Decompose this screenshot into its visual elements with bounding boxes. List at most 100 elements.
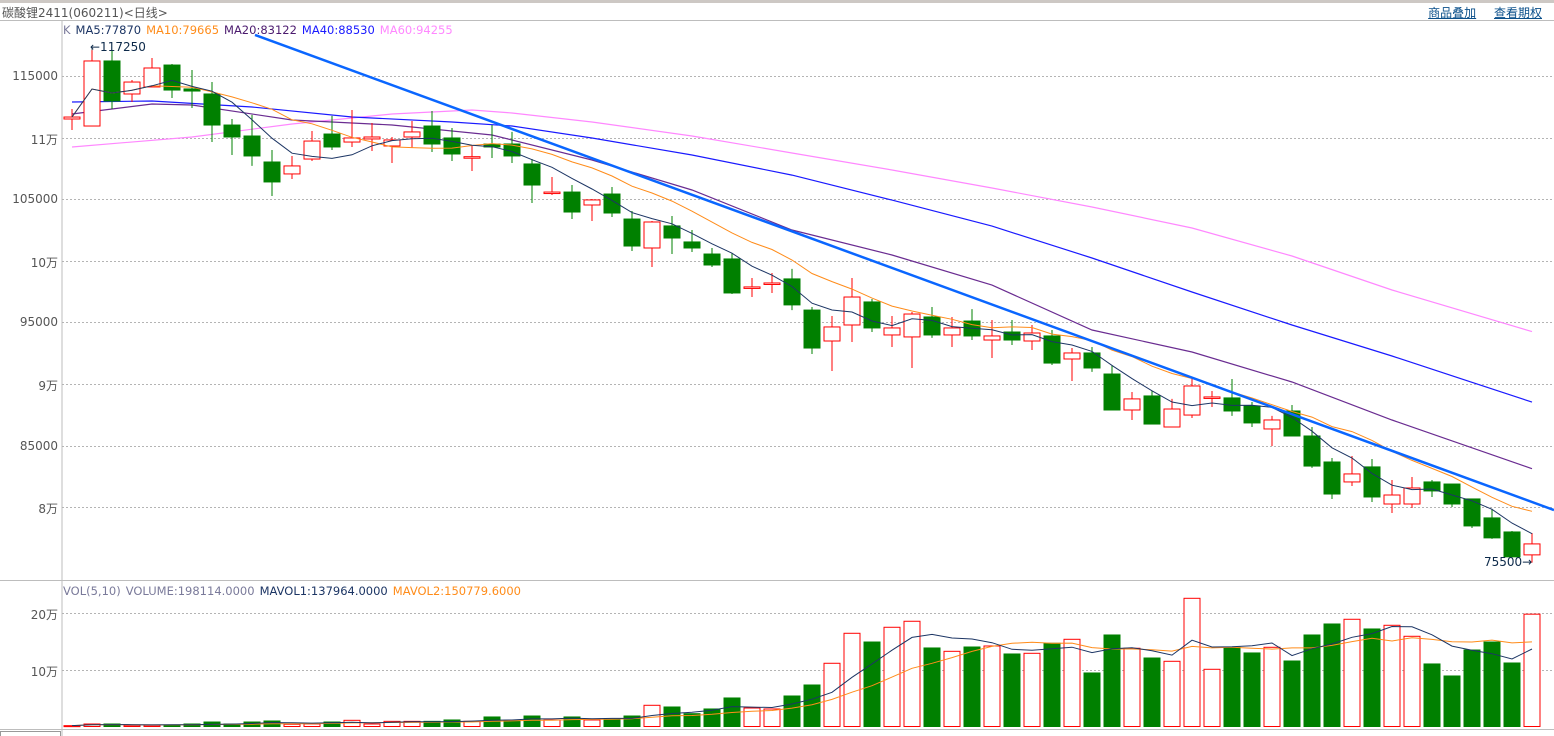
candle-down	[243, 135, 261, 157]
price-tick-label: 8万	[38, 501, 58, 516]
volume-bar-up	[1523, 613, 1541, 728]
volume-bar-down	[783, 695, 801, 728]
candle-up	[363, 136, 381, 140]
candle-up	[123, 81, 141, 95]
candle-down	[263, 161, 281, 183]
volume-bar-down	[443, 719, 461, 727]
volume-bar-up	[1023, 652, 1041, 727]
volume-bar-up	[843, 632, 861, 728]
volume-bar-down	[1003, 653, 1021, 728]
volume-bar-up	[303, 723, 321, 727]
volume-bar-up	[1063, 638, 1081, 728]
price-tick-label: 105000	[12, 191, 58, 206]
ma40-line	[71, 100, 1533, 403]
candle-up	[643, 221, 661, 249]
price-tick-label: 10万	[30, 255, 58, 270]
candle-down	[1243, 405, 1261, 424]
volume-tick-label: 10万	[30, 664, 58, 679]
candle-up	[943, 327, 961, 336]
candle-up	[1183, 385, 1201, 416]
candle-down	[423, 125, 441, 145]
candle-up	[1343, 473, 1361, 483]
candle-up	[743, 286, 761, 289]
volume-bar-down	[1083, 672, 1101, 728]
legend-ma20: MA20:83122	[224, 23, 297, 37]
volume-bar-down	[1463, 649, 1481, 728]
volume-bar-down	[163, 724, 181, 728]
candle-up	[403, 131, 421, 138]
candle-down	[203, 93, 221, 126]
volume-bar-up	[1203, 668, 1221, 727]
volume-bar-up	[583, 719, 601, 727]
volume-bar-up	[943, 650, 961, 727]
volume-bar-down	[663, 706, 681, 727]
candle-up	[543, 191, 561, 195]
candle-up	[1263, 419, 1281, 430]
legend-mavol2: MAVOL2:150779.6000	[392, 584, 521, 598]
volume-bar-down	[703, 708, 721, 727]
candle-down	[863, 301, 881, 329]
volume-bar-up	[1343, 618, 1361, 727]
volume-bar-up	[1163, 660, 1181, 727]
candle-down	[1143, 395, 1161, 425]
candle-down	[703, 253, 721, 266]
volume-tick-label: 20万	[30, 607, 58, 622]
volume-bar-down	[1283, 660, 1301, 727]
candle-down	[563, 191, 581, 213]
volume-bar-up	[823, 662, 841, 727]
price-legend: K MA5:77870 MA10:79665 MA20:83122 MA40:88530…	[63, 23, 458, 37]
volume-legend: VOL(5,10) VOLUME:198114.0000 MAVOL1:137964…	[63, 584, 526, 598]
volume-bar-down	[603, 718, 621, 727]
candle-up	[1523, 543, 1541, 556]
high-price-annotation: ←117250	[90, 40, 146, 54]
legend-ma5: MA5:77870	[75, 23, 142, 37]
candle-up	[463, 156, 481, 159]
scroll-box	[0, 731, 61, 736]
volume-bar-down	[1143, 657, 1161, 728]
legend-ma60: MA60:94255	[379, 23, 453, 37]
candle-down	[1483, 517, 1501, 539]
candle-down	[103, 60, 121, 102]
volume-bar-up	[1183, 597, 1201, 727]
legend-volume: VOLUME:198114.0000	[125, 584, 255, 598]
candle-up	[83, 60, 101, 127]
volume-bar-down	[863, 641, 881, 728]
volume-bar-up	[983, 645, 1001, 728]
ma20-line	[71, 103, 1533, 470]
candle-down	[1503, 531, 1521, 558]
candle-down	[1363, 466, 1381, 498]
candle-up	[1203, 396, 1221, 399]
volume-bar-up	[283, 723, 301, 727]
low-price-annotation: 75500→	[1484, 555, 1533, 569]
candle-up	[1403, 487, 1421, 505]
volume-bar-down	[1443, 675, 1461, 727]
kline-chart[interactable]	[0, 0, 1554, 736]
candle-down	[223, 124, 241, 138]
candle-down	[1323, 461, 1341, 495]
candle-up	[903, 313, 921, 338]
candle-up	[883, 327, 901, 336]
price-tick-label: 95000	[19, 314, 58, 329]
volume-bar-down	[1363, 628, 1381, 728]
candle-down	[1303, 435, 1321, 467]
candle-up	[983, 335, 1001, 341]
volume-bar-down	[1243, 652, 1261, 727]
volume-bar-up	[543, 719, 561, 727]
candle-up	[583, 199, 601, 206]
candle-down	[183, 88, 201, 92]
legend-ma10: MA10:79665	[146, 23, 220, 37]
candle-up	[763, 282, 781, 285]
legend-ma40: MA40:88530	[301, 23, 375, 37]
volume-bar-up	[363, 723, 381, 727]
candle-down	[323, 133, 341, 148]
candle-up	[1123, 398, 1141, 411]
legend-k: K	[63, 23, 71, 37]
volume-bar-down	[1223, 646, 1241, 727]
volume-bar-up	[123, 724, 141, 728]
candle-down	[523, 163, 541, 186]
candle-down	[803, 309, 821, 349]
candle-up	[283, 165, 301, 175]
candle-down	[1103, 373, 1121, 411]
volume-bar-up	[763, 708, 781, 727]
volume-bar-down	[963, 646, 981, 727]
